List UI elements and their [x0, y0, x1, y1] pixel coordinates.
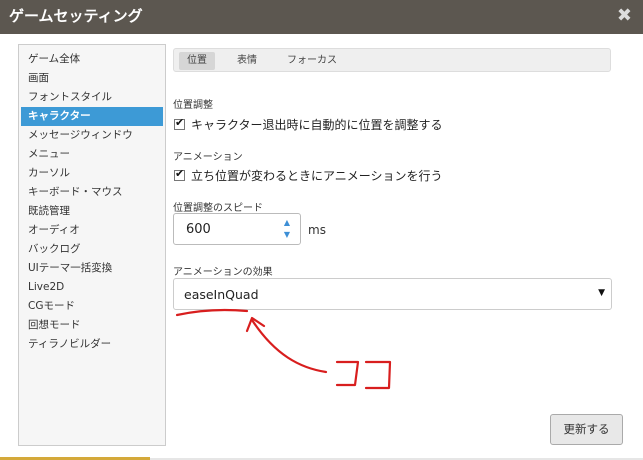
annotation-arrow-curve — [250, 318, 328, 374]
annotation-char-ko-2 — [364, 360, 392, 390]
annotation-char-ko-1 — [335, 360, 360, 387]
update-button[interactable]: 更新する — [550, 414, 623, 445]
annotation-underline — [175, 308, 249, 317]
handwritten-annotation — [175, 308, 392, 390]
